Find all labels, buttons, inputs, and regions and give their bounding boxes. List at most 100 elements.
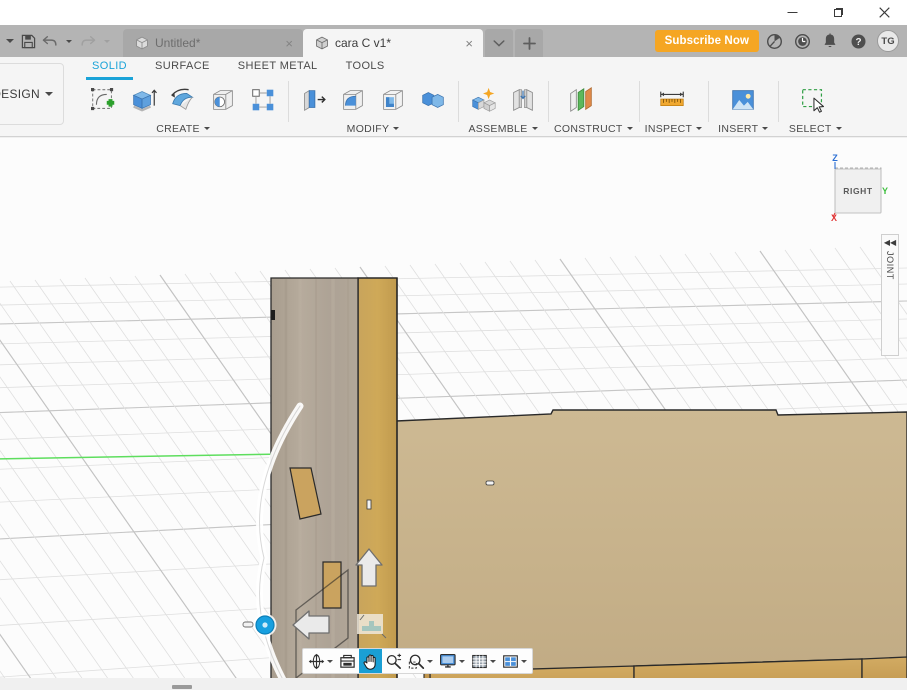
zoom-button[interactable] — [382, 649, 405, 673]
shell-button[interactable] — [374, 81, 412, 119]
ribbon-panel-assemble-title: ASSEMBLE — [464, 121, 542, 136]
chevron-down-icon[interactable] — [327, 659, 333, 663]
orbit-button[interactable] — [305, 649, 336, 673]
look-at-icon — [340, 654, 355, 668]
ribbon-tab-tools[interactable]: TOOLS — [332, 57, 399, 77]
redo-button[interactable] — [77, 28, 99, 54]
shell-icon — [383, 90, 403, 110]
viewports-button[interactable] — [499, 649, 530, 673]
document-cube-icon — [136, 36, 148, 50]
chevron-down-icon[interactable] — [393, 127, 400, 130]
zoom-icon — [386, 653, 402, 669]
display-settings-button[interactable] — [436, 649, 468, 673]
look-at-button[interactable] — [336, 649, 359, 673]
press-pull-button[interactable] — [294, 81, 332, 119]
pan-button[interactable] — [359, 649, 382, 673]
create-sketch-icon — [91, 88, 115, 111]
ribbon-tab-surface[interactable]: SURFACE — [141, 57, 224, 77]
measure-button[interactable] — [653, 81, 691, 119]
joint-button[interactable] — [504, 81, 542, 119]
hole-button[interactable] — [204, 81, 242, 119]
orbit-icon — [308, 653, 325, 669]
chevron-down-icon — [493, 39, 505, 47]
3d-viewport[interactable]: RIGHT Z Y X ◀◀ JOINT — [0, 138, 907, 690]
combine-button[interactable] — [414, 81, 452, 119]
panel-title-text: SELECT — [788, 122, 832, 135]
fit-button[interactable] — [405, 649, 436, 673]
job-status-icon[interactable] — [789, 28, 815, 54]
save-button[interactable] — [18, 28, 39, 54]
window-title-bar — [0, 0, 907, 25]
workspace-selector[interactable]: DESIGN — [0, 63, 64, 125]
select-window-icon — [802, 89, 825, 113]
user-avatar[interactable]: TG — [877, 30, 899, 52]
chevron-down-icon[interactable] — [459, 659, 465, 663]
extrude-button[interactable] — [124, 81, 162, 119]
ribbon-panel-assemble: ASSEMBLE — [458, 79, 548, 136]
document-tab-label: cara C v1* — [335, 36, 392, 50]
maximize-window-button[interactable] — [815, 0, 861, 25]
undo-button[interactable] — [39, 28, 61, 54]
new-tab-button[interactable] — [515, 29, 543, 57]
ribbon-panels: CREATE MODIFY ASSEMBLE CONSTRUCT INSPECT… — [78, 79, 907, 136]
board-top-face — [395, 409, 907, 682]
help-icon[interactable]: ? — [845, 28, 871, 54]
ribbon-panel-inspect: INSPECT — [638, 79, 709, 136]
revolve-button[interactable] — [164, 81, 202, 119]
ribbon: DESIGN SOLID SURFACE SHEET METAL TOOLS — [0, 57, 907, 137]
rectangular-pattern-button[interactable] — [244, 81, 282, 119]
new-component-button[interactable] — [464, 81, 502, 119]
document-tab-cara-c[interactable]: cara C v1* × — [303, 29, 483, 57]
close-window-button[interactable] — [861, 0, 907, 25]
redo-dropdown-button[interactable] — [99, 28, 115, 54]
hole-icon — [213, 90, 233, 110]
fillet-icon — [343, 90, 363, 110]
chevron-down-icon[interactable] — [203, 127, 210, 130]
close-tab-icon[interactable]: × — [285, 37, 293, 50]
chevron-down-icon[interactable] — [626, 127, 633, 130]
select-window-button[interactable] — [794, 81, 832, 119]
ribbon-panel-construct-title: CONSTRUCT — [554, 121, 633, 136]
chevron-down-icon[interactable] — [835, 127, 842, 130]
ribbon-panel-select: SELECT — [778, 79, 852, 136]
undo-dropdown-button[interactable] — [61, 28, 77, 54]
chevron-down-icon[interactable] — [531, 127, 538, 130]
redo-icon — [81, 36, 96, 46]
tab-overflow-button[interactable] — [485, 29, 513, 57]
joint-panel-collapsed[interactable]: ◀◀ JOINT — [881, 234, 899, 356]
viewport-bottom-strip — [0, 678, 907, 690]
ribbon-tab-solid[interactable]: SOLID — [78, 57, 141, 80]
rotate-arc-tick — [242, 621, 254, 628]
subscribe-now-button[interactable]: Subscribe Now — [654, 30, 759, 52]
timeline-handle-stub[interactable] — [172, 685, 192, 689]
display-settings-icon — [440, 653, 456, 668]
panel-title-text: MODIFY — [346, 122, 390, 135]
axis-label-z: Z — [832, 153, 838, 163]
view-cube[interactable]: RIGHT Z Y X — [809, 144, 899, 234]
offset-plane-button[interactable] — [562, 81, 600, 119]
axis-label-y: Y — [882, 186, 888, 196]
chevron-down-icon[interactable] — [427, 659, 433, 663]
app-menu-button[interactable] — [2, 28, 18, 54]
chevron-down-icon[interactable] — [490, 659, 496, 663]
insert-canvas-button[interactable] — [724, 81, 762, 119]
chevron-down-icon[interactable] — [762, 127, 769, 130]
chevron-down-icon[interactable] — [696, 127, 703, 130]
grid-snaps-button[interactable] — [468, 649, 499, 673]
document-tab-strip: Untitled* × cara C v1* × — [123, 25, 543, 57]
extensions-icon[interactable] — [761, 28, 787, 54]
minimize-window-button[interactable] — [769, 0, 815, 25]
collapse-panel-icon[interactable]: ◀◀ — [884, 239, 896, 247]
ribbon-panel-inspect-title: INSPECT — [645, 121, 703, 136]
quick-access-toolbar — [0, 25, 115, 57]
notifications-icon[interactable] — [817, 28, 843, 54]
save-icon — [21, 34, 36, 48]
ribbon-tab-sheet-metal[interactable]: SHEET METAL — [224, 57, 332, 77]
chevron-down-icon[interactable] — [521, 659, 527, 663]
create-sketch-button[interactable] — [84, 81, 122, 119]
ribbon-tabs: SOLID SURFACE SHEET METAL TOOLS — [78, 57, 399, 80]
grid-icon — [472, 654, 487, 668]
document-tab-untitled[interactable]: Untitled* × — [123, 29, 303, 57]
close-tab-icon[interactable]: × — [465, 37, 473, 50]
fillet-button[interactable] — [334, 81, 372, 119]
